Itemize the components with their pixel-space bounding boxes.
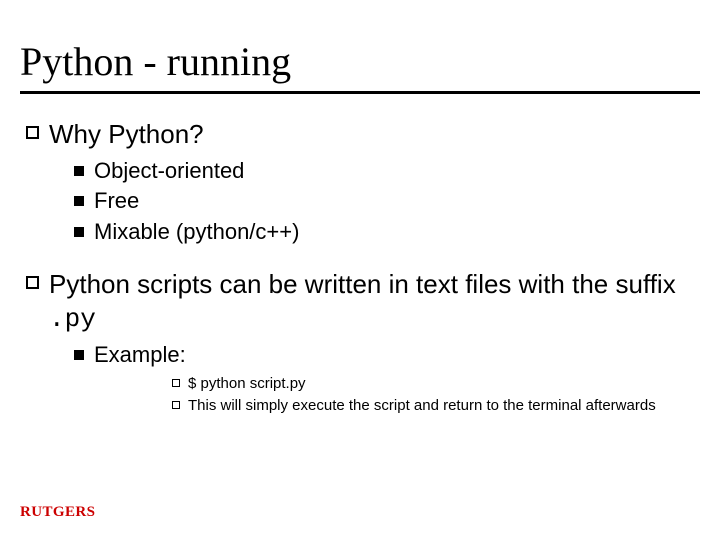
bullet-level2: Object-oriented bbox=[74, 157, 700, 186]
rutgers-logo: RUTGERS bbox=[20, 500, 120, 522]
sublist: Example: $ python script.py This will si… bbox=[74, 341, 700, 416]
hollow-square-small-icon bbox=[172, 379, 180, 387]
bullet-level3: This will simply execute the script and … bbox=[172, 396, 700, 416]
code-suffix: .py bbox=[49, 304, 96, 334]
solid-square-icon bbox=[74, 196, 84, 206]
bullet-text: This will simply execute the script and … bbox=[188, 396, 656, 416]
bullet-level2: Example: bbox=[74, 341, 700, 370]
bullet-text: Object-oriented bbox=[94, 157, 244, 186]
bullet-text: Why Python? bbox=[49, 118, 204, 151]
hollow-square-icon bbox=[26, 126, 39, 139]
bullet-level2: Free bbox=[74, 187, 700, 216]
bullet-text-main: Python scripts can be written in text fi… bbox=[49, 269, 676, 299]
solid-square-icon bbox=[74, 166, 84, 176]
slide: Python - running Why Python? Object-orie… bbox=[0, 0, 720, 540]
bullet-text: $ python script.py bbox=[188, 374, 306, 394]
solid-square-icon bbox=[74, 350, 84, 360]
sublist: Object-oriented Free Mixable (python/c++… bbox=[74, 157, 700, 247]
hollow-square-icon bbox=[26, 276, 39, 289]
solid-square-icon bbox=[74, 227, 84, 237]
logo-text: RUTGERS bbox=[20, 504, 95, 520]
bullet-text: Python scripts can be written in text fi… bbox=[49, 268, 700, 335]
bullet-level3: $ python script.py bbox=[172, 374, 700, 394]
bullet-text: Mixable (python/c++) bbox=[94, 218, 299, 247]
bullet-level1: Python scripts can be written in text fi… bbox=[26, 268, 700, 416]
slide-title: Python - running bbox=[20, 38, 700, 94]
hollow-square-small-icon bbox=[172, 401, 180, 409]
bullet-text: Free bbox=[94, 187, 139, 216]
bullet-level1: Why Python? Object-oriented Free Mixable… bbox=[26, 118, 700, 246]
sublist: $ python script.py This will simply exec… bbox=[172, 374, 700, 417]
bullet-level2: Mixable (python/c++) bbox=[74, 218, 700, 247]
bullet-text: Example: bbox=[94, 341, 186, 370]
